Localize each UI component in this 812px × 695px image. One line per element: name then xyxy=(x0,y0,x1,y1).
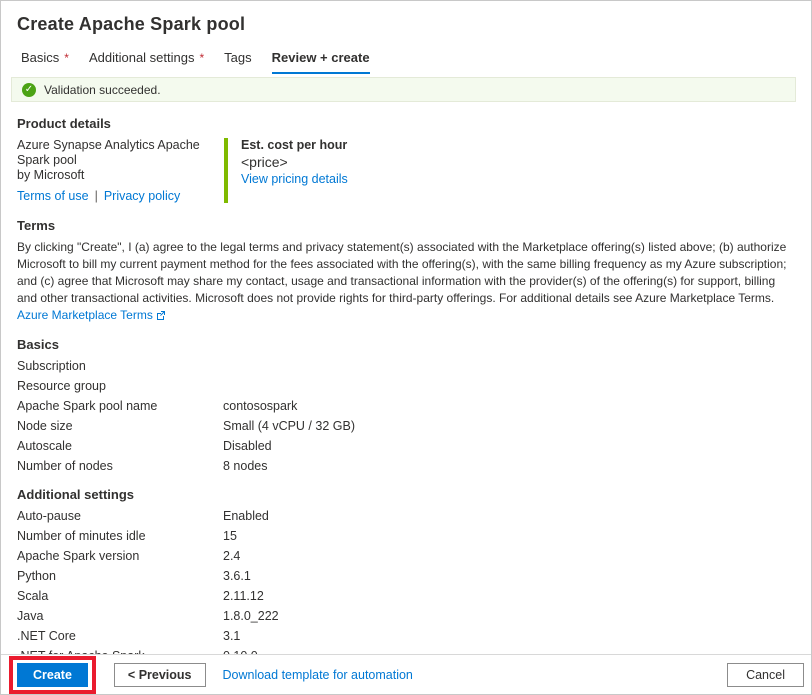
row-value: 8 nodes xyxy=(223,459,796,473)
row-label: Auto-pause xyxy=(17,509,223,523)
row-value: Disabled xyxy=(223,439,796,453)
product-links: Terms of use | Privacy policy xyxy=(17,189,224,203)
row-label: Apache Spark pool name xyxy=(17,399,223,413)
tab-review-create[interactable]: Review + create xyxy=(272,46,370,74)
row-label: Apache Spark version xyxy=(17,549,223,563)
review-content: Product details Azure Synapse Analytics … xyxy=(1,116,811,686)
tab-basics-label: Basics xyxy=(21,50,59,65)
table-row: AutoscaleDisabled xyxy=(17,436,796,456)
validation-message: Validation succeeded. xyxy=(44,83,161,97)
row-label: Scala xyxy=(17,589,223,603)
tab-additional-settings[interactable]: Additional settings * xyxy=(89,46,204,74)
row-value: Small (4 vCPU / 32 GB) xyxy=(223,419,796,433)
download-template-link[interactable]: Download template for automation xyxy=(223,668,413,682)
product-info: Azure Synapse Analytics Apache Spark poo… xyxy=(17,138,224,203)
create-apache-spark-pool-page: Create Apache Spark pool Basics * Additio… xyxy=(0,0,812,695)
create-button[interactable]: Create xyxy=(17,663,88,687)
annotation-red-box: Create xyxy=(9,656,96,694)
row-label: Autoscale xyxy=(17,439,223,453)
table-row: Number of nodes8 nodes xyxy=(17,456,796,476)
row-label: Number of minutes idle xyxy=(17,529,223,543)
tab-basics[interactable]: Basics * xyxy=(21,46,69,74)
view-pricing-link[interactable]: View pricing details xyxy=(241,172,348,187)
cancel-button[interactable]: Cancel xyxy=(727,663,804,687)
tab-review-create-label: Review + create xyxy=(272,50,370,65)
row-label: Node size xyxy=(17,419,223,433)
product-details-block: Azure Synapse Analytics Apache Spark poo… xyxy=(17,138,796,203)
row-value: 2.11.12 xyxy=(223,589,796,603)
footer-action-bar: Create < Previous Download template for … xyxy=(1,654,811,694)
basics-heading: Basics xyxy=(17,337,796,352)
link-separator: | xyxy=(95,189,98,203)
required-asterisk: * xyxy=(64,51,69,65)
row-label: Number of nodes xyxy=(17,459,223,473)
price-value: <price> xyxy=(241,155,348,170)
tab-bar: Basics * Additional settings * Tags Review… xyxy=(1,46,811,74)
additional-settings-heading: Additional settings xyxy=(17,487,796,502)
product-name: Azure Synapse Analytics Apache Spark poo… xyxy=(17,138,224,168)
table-row: Subscription xyxy=(17,356,796,376)
previous-button[interactable]: < Previous xyxy=(114,663,206,687)
row-value: Enabled xyxy=(223,509,796,523)
cost-info: Est. cost per hour <price> View pricing … xyxy=(241,138,348,203)
table-row: Number of minutes idle15 xyxy=(17,526,796,546)
row-value: 1.8.0_222 xyxy=(223,609,796,623)
row-value: contosospark xyxy=(223,399,796,413)
table-row: .NET Core3.1 xyxy=(17,626,796,646)
terms-heading: Terms xyxy=(17,218,796,233)
privacy-policy-link[interactable]: Privacy policy xyxy=(104,189,180,203)
terms-of-use-link[interactable]: Terms of use xyxy=(17,189,89,203)
table-row: Auto-pauseEnabled xyxy=(17,506,796,526)
basics-rows: Subscription Resource group Apache Spark… xyxy=(17,356,796,476)
row-value: 2.4 xyxy=(223,549,796,563)
table-row: Java1.8.0_222 xyxy=(17,606,796,626)
row-label: Subscription xyxy=(17,359,223,373)
row-value: 3.6.1 xyxy=(223,569,796,583)
terms-text: By clicking "Create", I (a) agree to the… xyxy=(17,240,786,305)
tab-tags-label: Tags xyxy=(224,50,251,65)
table-row: Python3.6.1 xyxy=(17,566,796,586)
check-circle-icon: ✓ xyxy=(22,83,36,97)
page-title: Create Apache Spark pool xyxy=(1,1,811,35)
external-link-icon xyxy=(156,310,166,320)
product-details-heading: Product details xyxy=(17,116,796,131)
row-label: Java xyxy=(17,609,223,623)
marketplace-terms-link[interactable]: Azure Marketplace Terms xyxy=(17,308,166,322)
product-publisher: by Microsoft xyxy=(17,168,224,183)
table-row: Scala2.11.12 xyxy=(17,586,796,606)
marketplace-terms-link-label: Azure Marketplace Terms xyxy=(17,308,153,322)
cost-accent-bar xyxy=(224,138,228,203)
row-label: Resource group xyxy=(17,379,223,393)
table-row: Resource group xyxy=(17,376,796,396)
row-value: 15 xyxy=(223,529,796,543)
required-asterisk: * xyxy=(199,51,204,65)
validation-banner: ✓ Validation succeeded. xyxy=(11,77,796,102)
est-cost-label: Est. cost per hour xyxy=(241,138,348,153)
table-row: Apache Spark pool namecontosospark xyxy=(17,396,796,416)
terms-body: By clicking "Create", I (a) agree to the… xyxy=(17,239,797,324)
tab-tags[interactable]: Tags xyxy=(224,46,251,74)
row-value: 3.1 xyxy=(223,629,796,643)
tab-additional-settings-label: Additional settings xyxy=(89,50,195,65)
row-label: Python xyxy=(17,569,223,583)
row-label: .NET Core xyxy=(17,629,223,643)
table-row: Node sizeSmall (4 vCPU / 32 GB) xyxy=(17,416,796,436)
table-row: Apache Spark version2.4 xyxy=(17,546,796,566)
